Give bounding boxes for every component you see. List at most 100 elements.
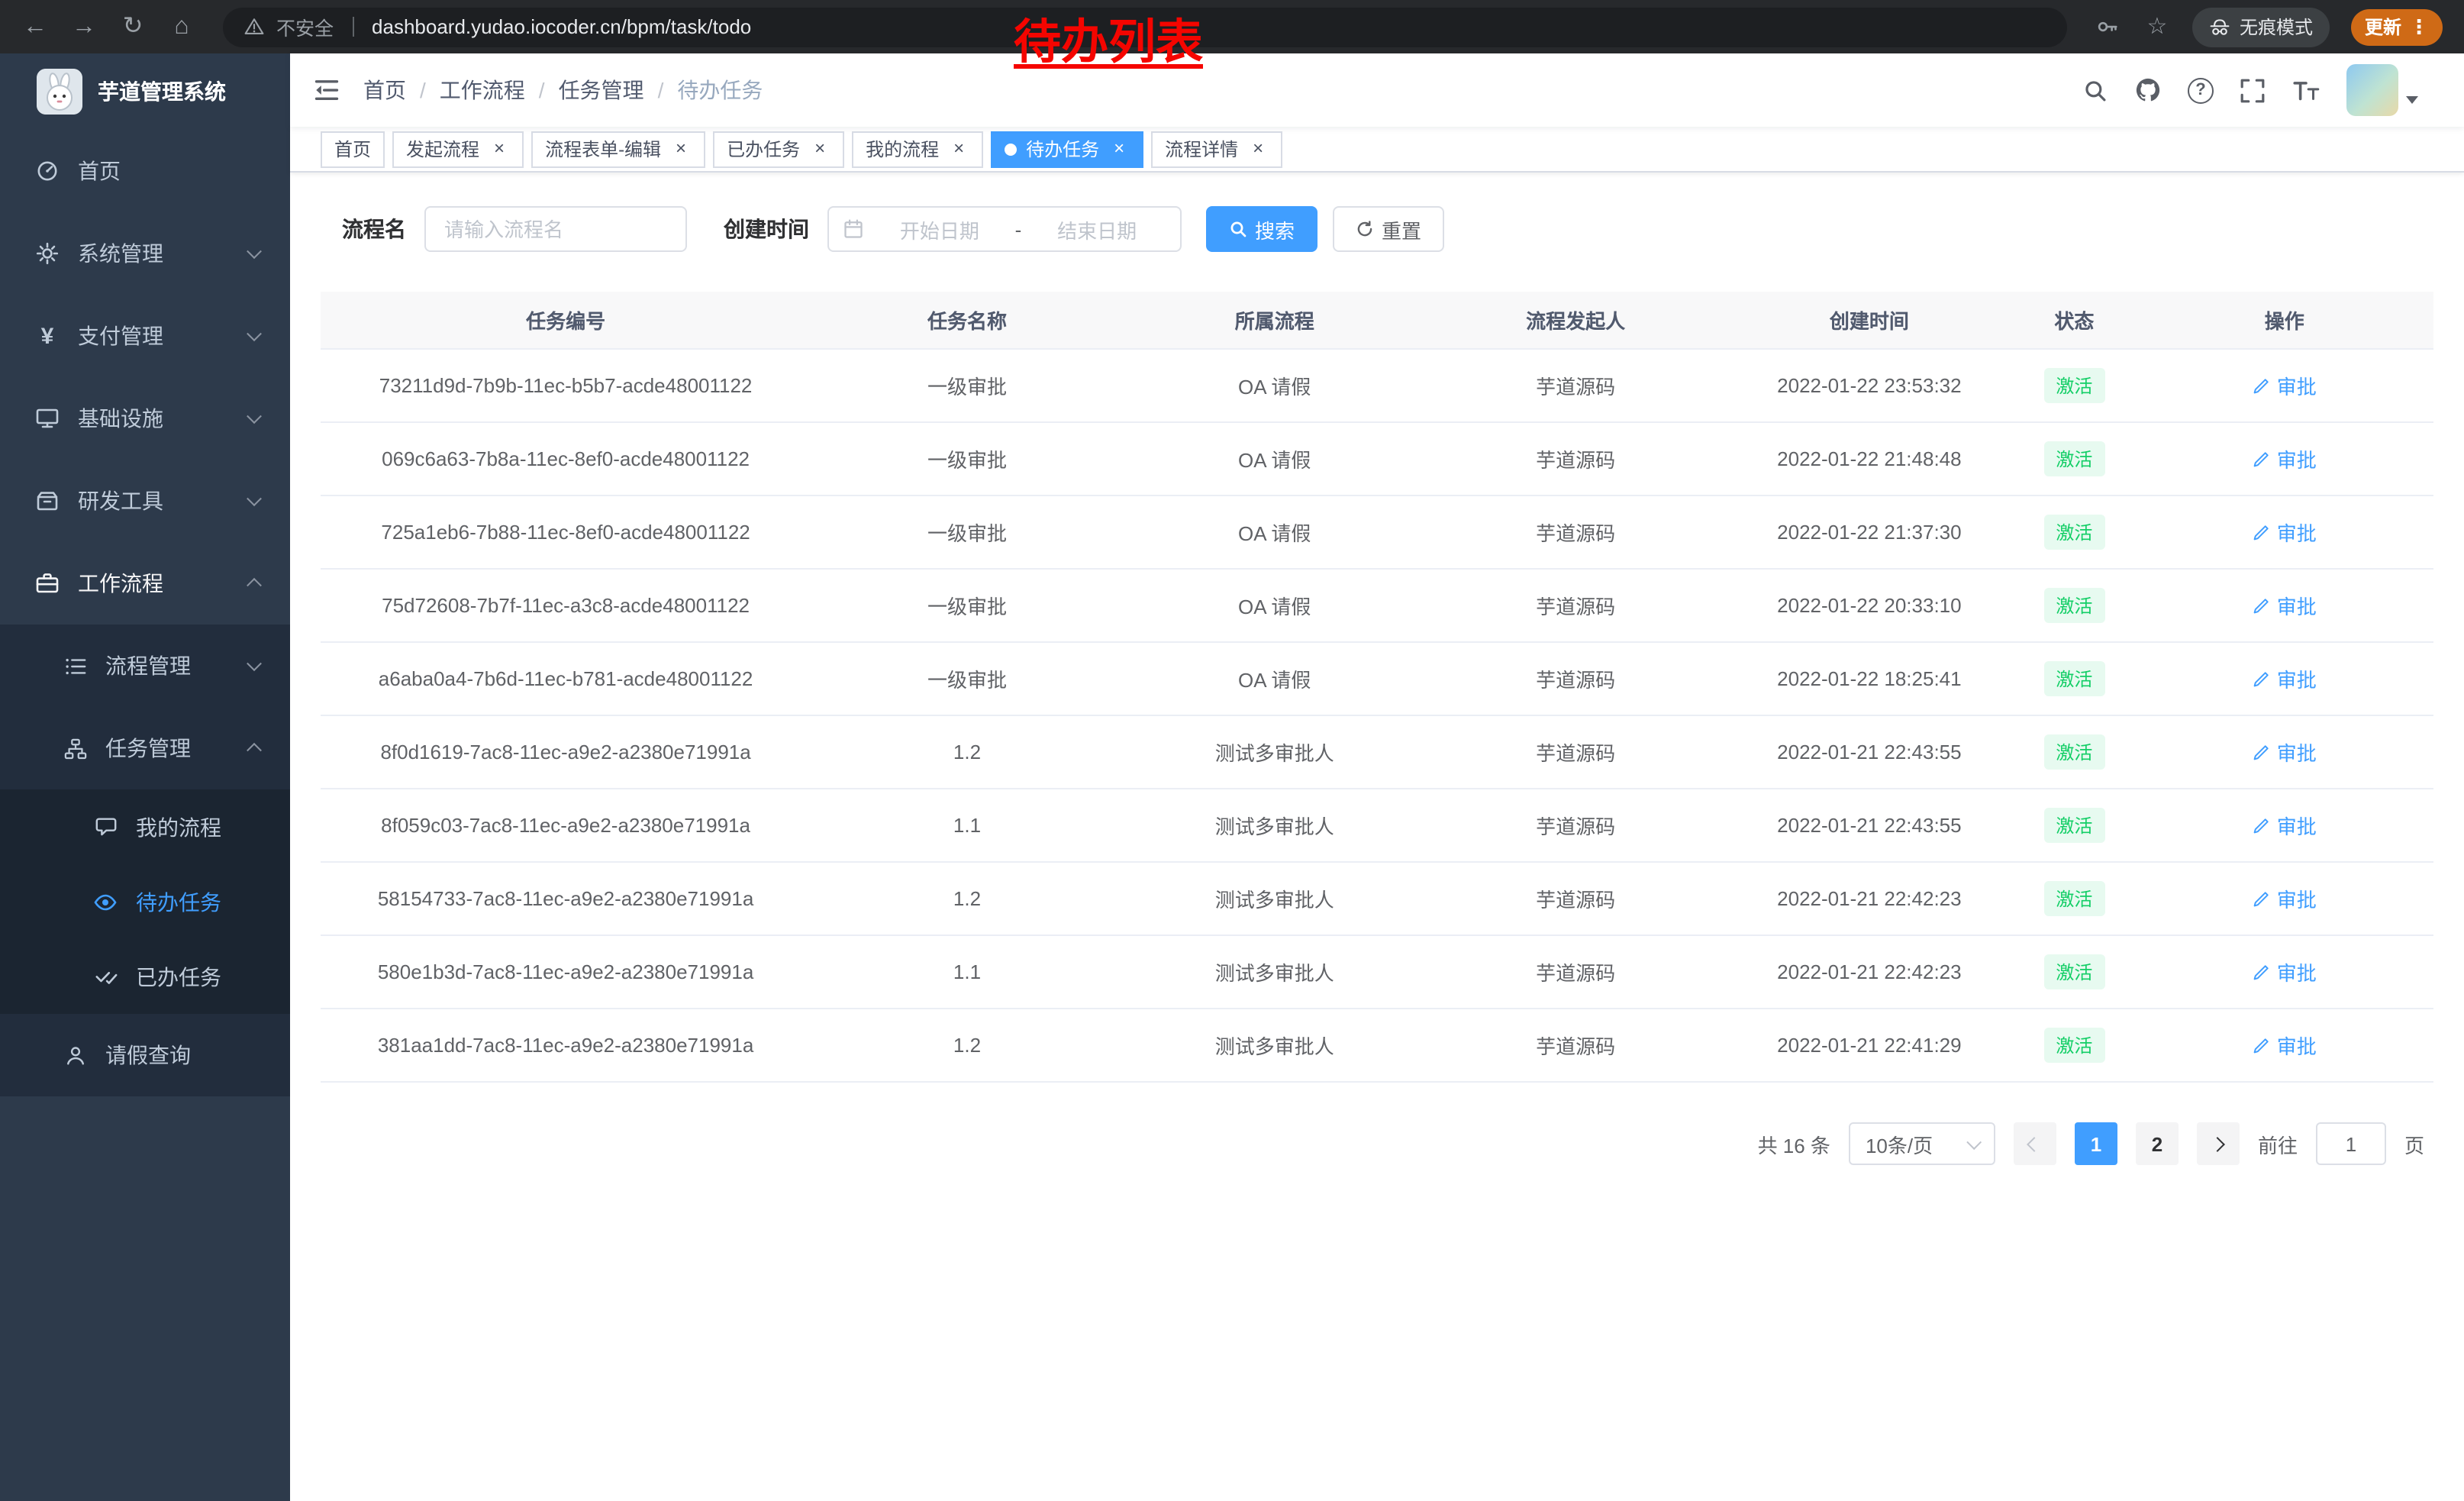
page-button-2[interactable]: 2 (2136, 1122, 2179, 1165)
reset-button[interactable]: 重置 (1333, 206, 1444, 252)
search-icon[interactable] (2082, 77, 2108, 103)
approve-link[interactable]: 审批 (2253, 591, 2317, 620)
filter-bar: 流程名 创建时间 开始日期 - 结束日期 搜索 (342, 206, 2433, 252)
update-button[interactable]: 更新 ⋮ (2351, 8, 2443, 45)
process-cell: OA 请假 (1124, 518, 1426, 547)
sidebar-item-todo-task[interactable]: 待办任务 (0, 864, 290, 939)
close-icon[interactable]: × (809, 138, 830, 160)
table-row: a6aba0a4-7b6d-11ec-b781-acde48001122 一级审… (321, 643, 2433, 716)
tab-todo-task[interactable]: 待办任务 × (991, 131, 1143, 167)
prev-page-button[interactable] (2014, 1122, 2056, 1165)
approve-link[interactable]: 审批 (2253, 884, 2317, 913)
status-cell: 激活 (2013, 881, 2136, 916)
sidebar-item-leave-query[interactable]: 请假查询 (0, 1014, 290, 1096)
font-size-icon[interactable] (2291, 77, 2320, 103)
back-icon[interactable]: ← (21, 15, 49, 39)
tab-done-task[interactable]: 已办任务 × (713, 131, 844, 167)
next-page-button[interactable] (2197, 1122, 2240, 1165)
initiator-cell: 芋道源码 (1426, 518, 1726, 547)
created-cell: 2022-01-21 22:41:29 (1726, 1034, 2013, 1057)
home-icon[interactable]: ⌂ (168, 15, 195, 39)
task-name-cell: 1.2 (811, 741, 1124, 763)
initiator-cell: 芋道源码 (1426, 664, 1726, 693)
sidebar-item-task-mgmt[interactable]: 任务管理 (0, 707, 290, 789)
end-date-placeholder: 结束日期 (1027, 215, 1166, 244)
tab-form-edit[interactable]: 流程表单-编辑 × (531, 131, 705, 167)
created-cell: 2022-01-21 22:43:55 (1726, 741, 2013, 763)
goto-page-input[interactable] (2316, 1122, 2386, 1165)
task-id-cell: 725a1eb6-7b88-11ec-8ef0-acde48001122 (321, 521, 811, 544)
sidebar-item-payment[interactable]: ¥ 支付管理 (0, 295, 290, 377)
sidebar-item-home[interactable]: 首页 (0, 130, 290, 212)
status-cell: 激活 (2013, 368, 2136, 403)
status-cell: 激活 (2013, 808, 2136, 843)
initiator-cell: 芋道源码 (1426, 371, 1726, 400)
app-title: 芋道管理系统 (98, 76, 226, 107)
tab-process-detail[interactable]: 流程详情 × (1151, 131, 1282, 167)
close-icon[interactable]: × (670, 138, 692, 160)
process-cell: 测试多审批人 (1124, 738, 1426, 767)
breadcrumb-task-mgmt[interactable]: 任务管理 (559, 75, 644, 105)
user-avatar[interactable] (2346, 64, 2418, 116)
approve-link[interactable]: 审批 (2253, 811, 2317, 840)
close-icon[interactable]: × (489, 138, 510, 160)
tab-my-process[interactable]: 我的流程 × (852, 131, 983, 167)
browser-chrome: ← → ↻ ⌂ 不安全 dashboard.yudao.iocoder.cn/b… (0, 0, 2464, 53)
sidebar-item-my-process[interactable]: 我的流程 (0, 789, 290, 864)
column-created: 创建时间 (1726, 305, 2013, 334)
breadcrumb-workflow[interactable]: 工作流程 (440, 75, 525, 105)
task-id-cell: 381aa1dd-7ac8-11ec-a9e2-a2380e71991a (321, 1034, 811, 1057)
search-button[interactable]: 搜索 (1206, 206, 1317, 252)
help-icon[interactable]: ? (2188, 77, 2214, 103)
close-icon[interactable]: × (948, 138, 969, 160)
page-button-1[interactable]: 1 (2075, 1122, 2117, 1165)
chevron-up-icon (247, 578, 262, 593)
sidebar-item-workflow[interactable]: 工作流程 (0, 542, 290, 625)
fullscreen-icon[interactable] (2240, 77, 2266, 103)
column-status: 状态 (2013, 305, 2136, 334)
sidebar-item-done-task[interactable]: 已办任务 (0, 939, 290, 1014)
sidebar-fold-icon[interactable] (313, 76, 340, 104)
approve-link[interactable]: 审批 (2253, 518, 2317, 547)
close-icon[interactable]: × (1247, 138, 1269, 160)
github-icon[interactable] (2134, 76, 2162, 104)
app-logo-row[interactable]: 芋道管理系统 (0, 53, 290, 130)
reload-icon[interactable]: ↻ (119, 15, 147, 39)
breadcrumb-home[interactable]: 首页 (363, 75, 406, 105)
status-cell: 激活 (2013, 441, 2136, 476)
task-name-cell: 一级审批 (811, 591, 1124, 620)
sidebar-item-devtools[interactable]: 研发工具 (0, 460, 290, 542)
edit-icon (2253, 816, 2271, 834)
page-size-select[interactable]: 10条/页 (1849, 1122, 1995, 1165)
forward-icon[interactable]: → (70, 15, 98, 39)
approve-link[interactable]: 审批 (2253, 957, 2317, 986)
key-icon[interactable] (2095, 15, 2122, 38)
created-cell: 2022-01-22 21:37:30 (1726, 521, 2013, 544)
process-name-input[interactable] (424, 206, 687, 252)
approve-link[interactable]: 审批 (2253, 444, 2317, 473)
initiator-cell: 芋道源码 (1426, 444, 1726, 473)
approve-link[interactable]: 审批 (2253, 371, 2317, 400)
eye-icon (92, 889, 119, 914)
column-initiator: 流程发起人 (1426, 305, 1726, 334)
sidebar-item-infra[interactable]: 基础设施 (0, 377, 290, 460)
table-row: 8f059c03-7ac8-11ec-a9e2-a2380e71991a 1.1… (321, 789, 2433, 863)
tab-start-process[interactable]: 发起流程 × (392, 131, 524, 167)
address-bar[interactable]: 不安全 dashboard.yudao.iocoder.cn/bpm/task/… (223, 7, 2067, 47)
task-name-cell: 1.1 (811, 960, 1124, 983)
process-cell: 测试多审批人 (1124, 957, 1426, 986)
sidebar-item-process-mgmt[interactable]: 流程管理 (0, 625, 290, 707)
date-range-picker[interactable]: 开始日期 - 结束日期 (827, 206, 1182, 252)
column-task-id: 任务编号 (321, 305, 811, 334)
column-action: 操作 (2136, 305, 2433, 334)
tab-home[interactable]: 首页 (321, 131, 385, 167)
approve-link[interactable]: 审批 (2253, 738, 2317, 767)
sidebar-item-system[interactable]: 系统管理 (0, 212, 290, 295)
briefcase-icon (34, 571, 61, 596)
close-icon[interactable]: × (1108, 138, 1130, 160)
edit-icon (2253, 889, 2271, 908)
menu-kebab-icon[interactable]: ⋮ (2409, 17, 2429, 37)
bookmark-star-icon[interactable]: ☆ (2143, 15, 2171, 38)
approve-link[interactable]: 审批 (2253, 664, 2317, 693)
approve-link[interactable]: 审批 (2253, 1031, 2317, 1060)
